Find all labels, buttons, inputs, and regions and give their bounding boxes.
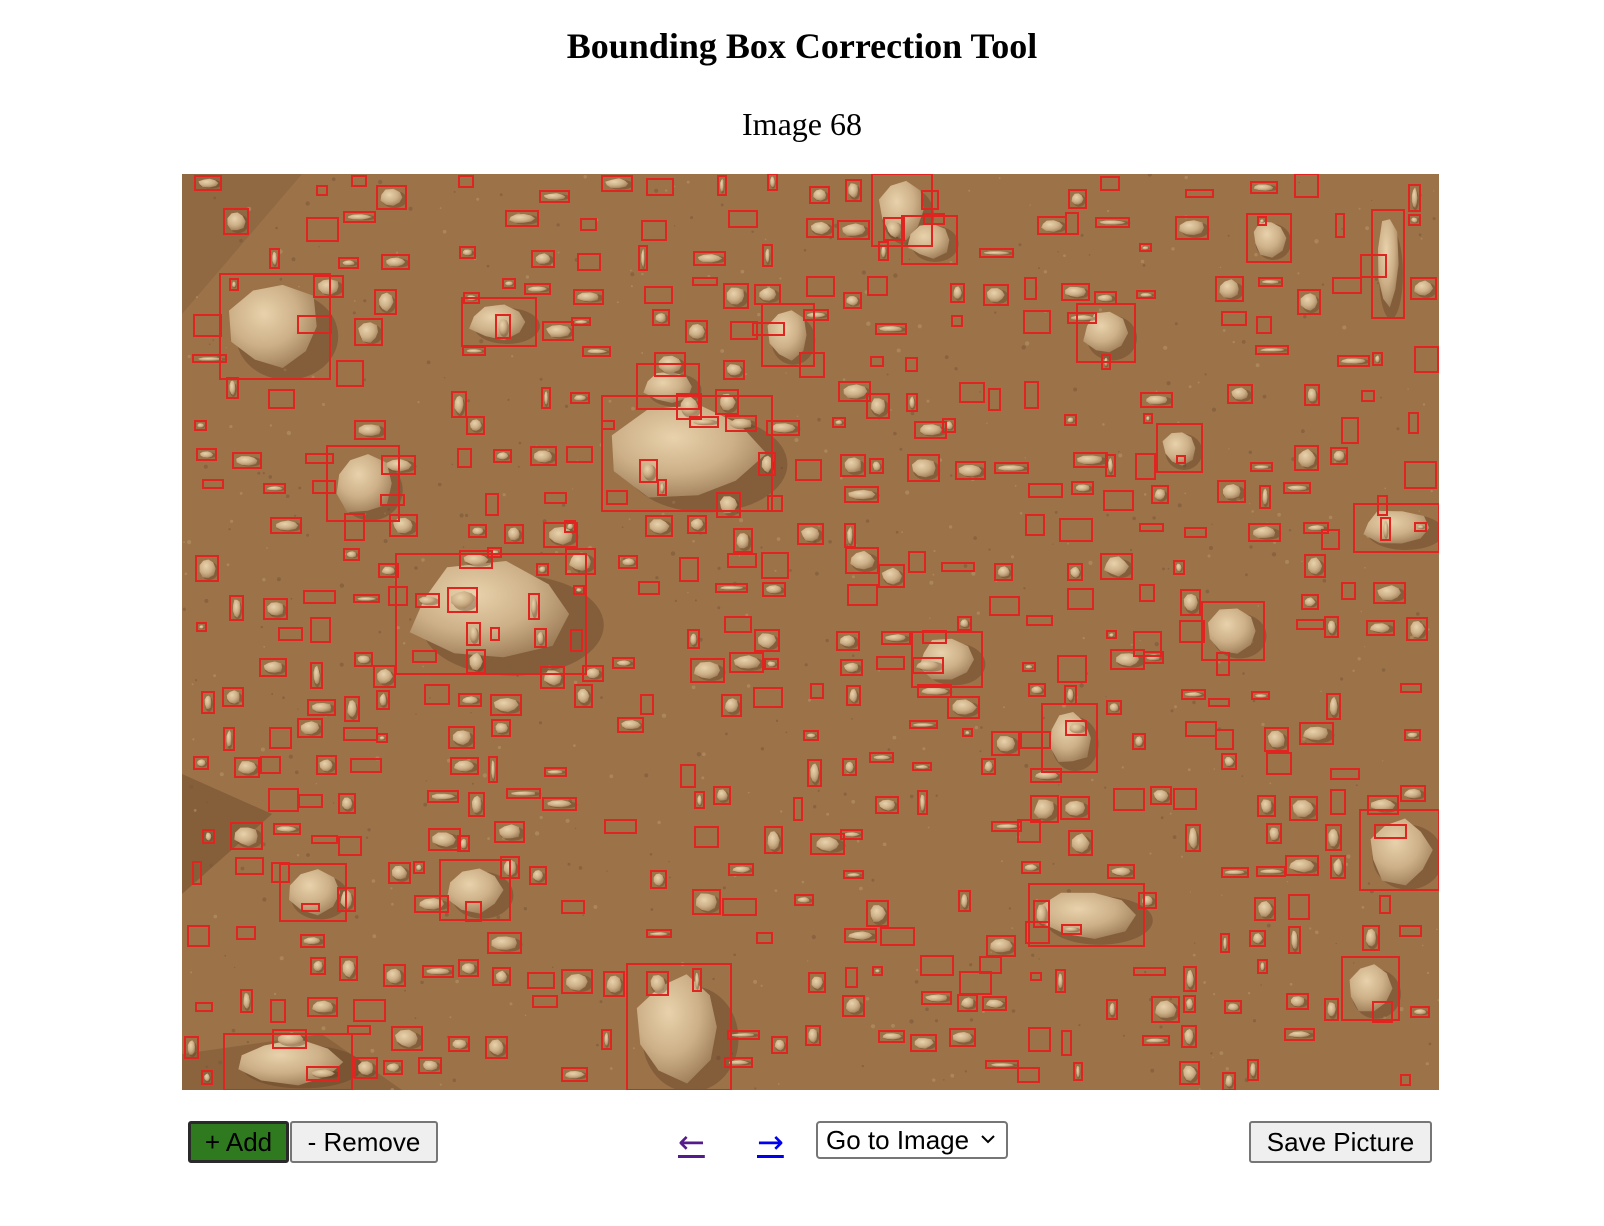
- next-image-link[interactable]: →: [757, 1122, 784, 1162]
- annotation-canvas[interactable]: [182, 174, 1439, 1090]
- image-label: Image 68: [742, 106, 862, 142]
- save-picture-button[interactable]: Save Picture: [1249, 1121, 1432, 1163]
- page-title: Bounding Box Correction Tool: [566, 26, 1038, 66]
- go-to-image-select[interactable]: Go to Image: [816, 1121, 1008, 1159]
- chevron-down-icon: [981, 1135, 995, 1144]
- go-to-image-selected: Go to Image: [826, 1124, 970, 1155]
- remove-box-button[interactable]: - Remove: [290, 1121, 438, 1163]
- previous-image-link[interactable]: ←: [678, 1122, 705, 1162]
- rock-image: [182, 174, 1439, 1090]
- add-box-button[interactable]: + Add: [188, 1121, 289, 1163]
